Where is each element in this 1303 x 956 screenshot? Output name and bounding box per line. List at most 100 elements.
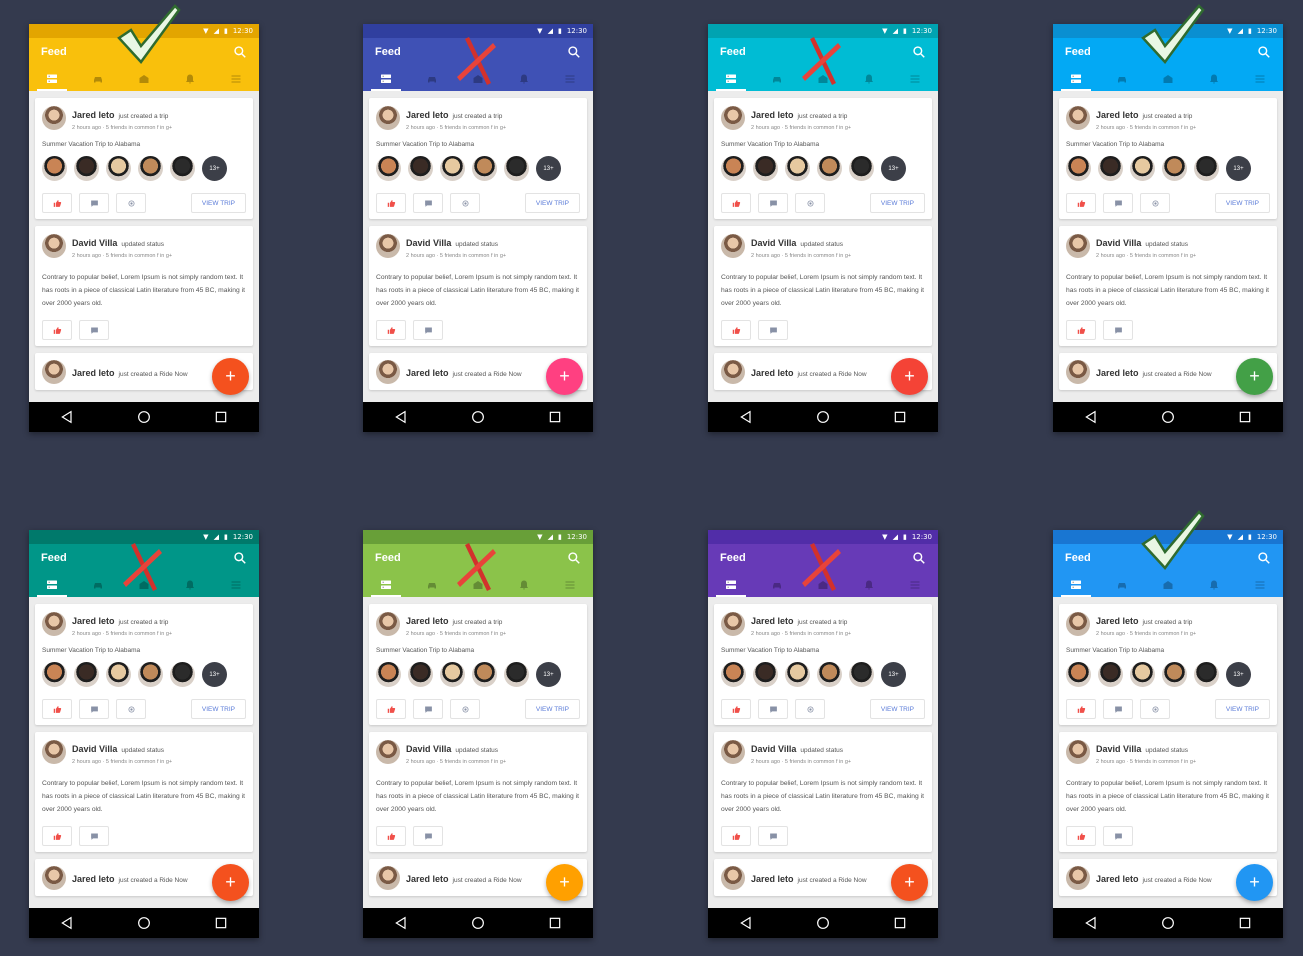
search-icon[interactable] xyxy=(912,45,926,59)
add-button[interactable]: + xyxy=(212,864,249,901)
comment-button[interactable] xyxy=(758,699,788,719)
tab-notifications[interactable] xyxy=(167,66,213,91)
location-button[interactable] xyxy=(1140,193,1170,213)
like-button[interactable] xyxy=(42,193,72,213)
author-name[interactable]: David Villa xyxy=(1096,238,1141,248)
recent-apps-icon[interactable] xyxy=(547,409,563,425)
avatar[interactable] xyxy=(42,740,66,764)
comment-button[interactable] xyxy=(413,320,443,340)
avatar[interactable] xyxy=(721,360,745,384)
tab-menu[interactable] xyxy=(892,66,938,91)
avatar[interactable] xyxy=(1066,234,1090,258)
tab-menu[interactable] xyxy=(213,572,259,597)
friend-avatar[interactable] xyxy=(42,156,67,181)
tab-messages[interactable] xyxy=(800,66,846,91)
avatar[interactable] xyxy=(376,234,400,258)
add-button[interactable]: + xyxy=(546,358,583,395)
view-trip-button[interactable]: VIEW TRIP xyxy=(869,193,925,213)
friend-avatar[interactable] xyxy=(1066,662,1091,687)
friend-avatar[interactable] xyxy=(721,156,746,181)
like-button[interactable] xyxy=(376,320,406,340)
recent-apps-icon[interactable] xyxy=(1237,409,1253,425)
comment-button[interactable] xyxy=(1103,699,1133,719)
tab-feed[interactable] xyxy=(1053,572,1099,597)
search-icon[interactable] xyxy=(233,45,247,59)
tab-rides[interactable] xyxy=(409,66,455,91)
avatar[interactable] xyxy=(42,866,66,890)
author-name[interactable]: Jared leto xyxy=(72,874,115,884)
avatar[interactable] xyxy=(1066,740,1090,764)
recent-apps-icon[interactable] xyxy=(1237,915,1253,931)
friend-avatar[interactable] xyxy=(106,662,131,687)
tab-notifications[interactable] xyxy=(501,66,547,91)
avatar[interactable] xyxy=(376,106,400,130)
like-button[interactable] xyxy=(721,699,751,719)
friend-avatar[interactable] xyxy=(42,662,67,687)
tab-menu[interactable] xyxy=(213,66,259,91)
tab-menu[interactable] xyxy=(892,572,938,597)
like-button[interactable] xyxy=(1066,826,1096,846)
home-icon[interactable] xyxy=(815,409,831,425)
avatar[interactable] xyxy=(1066,612,1090,636)
view-trip-button[interactable]: VIEW TRIP xyxy=(190,699,246,719)
friend-avatar[interactable] xyxy=(138,662,163,687)
comment-button[interactable] xyxy=(1103,320,1133,340)
more-friends-badge[interactable]: 13+ xyxy=(202,156,227,181)
view-trip-button[interactable]: VIEW TRIP xyxy=(1214,193,1270,213)
friend-avatar[interactable] xyxy=(721,662,746,687)
tab-rides[interactable] xyxy=(409,572,455,597)
friend-avatar[interactable] xyxy=(1194,156,1219,181)
author-name[interactable]: David Villa xyxy=(751,744,796,754)
location-button[interactable] xyxy=(450,193,480,213)
like-button[interactable] xyxy=(721,320,751,340)
friend-avatar[interactable] xyxy=(1098,156,1123,181)
back-icon[interactable] xyxy=(59,409,75,425)
like-button[interactable] xyxy=(376,826,406,846)
avatar[interactable] xyxy=(1066,866,1090,890)
avatar[interactable] xyxy=(721,234,745,258)
friend-avatar[interactable] xyxy=(74,156,99,181)
home-icon[interactable] xyxy=(470,915,486,931)
tab-rides[interactable] xyxy=(75,572,121,597)
like-button[interactable] xyxy=(376,193,406,213)
friend-avatar[interactable] xyxy=(408,156,433,181)
friend-avatar[interactable] xyxy=(785,156,810,181)
home-icon[interactable] xyxy=(815,915,831,931)
author-name[interactable]: Jared leto xyxy=(406,616,449,626)
more-friends-badge[interactable]: 13+ xyxy=(202,662,227,687)
like-button[interactable] xyxy=(376,699,406,719)
tab-notifications[interactable] xyxy=(1191,66,1237,91)
add-button[interactable]: + xyxy=(1236,358,1273,395)
like-button[interactable] xyxy=(721,826,751,846)
friend-avatar[interactable] xyxy=(74,662,99,687)
tab-feed[interactable] xyxy=(363,66,409,91)
friend-avatar[interactable] xyxy=(1066,156,1091,181)
search-icon[interactable] xyxy=(567,45,581,59)
more-friends-badge[interactable]: 13+ xyxy=(881,156,906,181)
author-name[interactable]: Jared leto xyxy=(751,616,794,626)
tab-messages[interactable] xyxy=(1145,572,1191,597)
add-button[interactable]: + xyxy=(1236,864,1273,901)
back-icon[interactable] xyxy=(1083,915,1099,931)
author-name[interactable]: Jared leto xyxy=(751,368,794,378)
location-button[interactable] xyxy=(795,699,825,719)
tab-rides[interactable] xyxy=(1099,572,1145,597)
recent-apps-icon[interactable] xyxy=(547,915,563,931)
more-friends-badge[interactable]: 13+ xyxy=(536,156,561,181)
view-trip-button[interactable]: VIEW TRIP xyxy=(524,699,580,719)
author-name[interactable]: David Villa xyxy=(1096,744,1141,754)
friend-avatar[interactable] xyxy=(753,662,778,687)
friend-avatar[interactable] xyxy=(440,662,465,687)
avatar[interactable] xyxy=(42,612,66,636)
like-button[interactable] xyxy=(1066,699,1096,719)
search-icon[interactable] xyxy=(1257,45,1271,59)
location-button[interactable] xyxy=(795,193,825,213)
view-trip-button[interactable]: VIEW TRIP xyxy=(1214,699,1270,719)
avatar[interactable] xyxy=(1066,360,1090,384)
avatar[interactable] xyxy=(376,866,400,890)
avatar[interactable] xyxy=(721,866,745,890)
avatar[interactable] xyxy=(376,740,400,764)
avatar[interactable] xyxy=(721,612,745,636)
back-icon[interactable] xyxy=(738,409,754,425)
author-name[interactable]: David Villa xyxy=(72,744,117,754)
